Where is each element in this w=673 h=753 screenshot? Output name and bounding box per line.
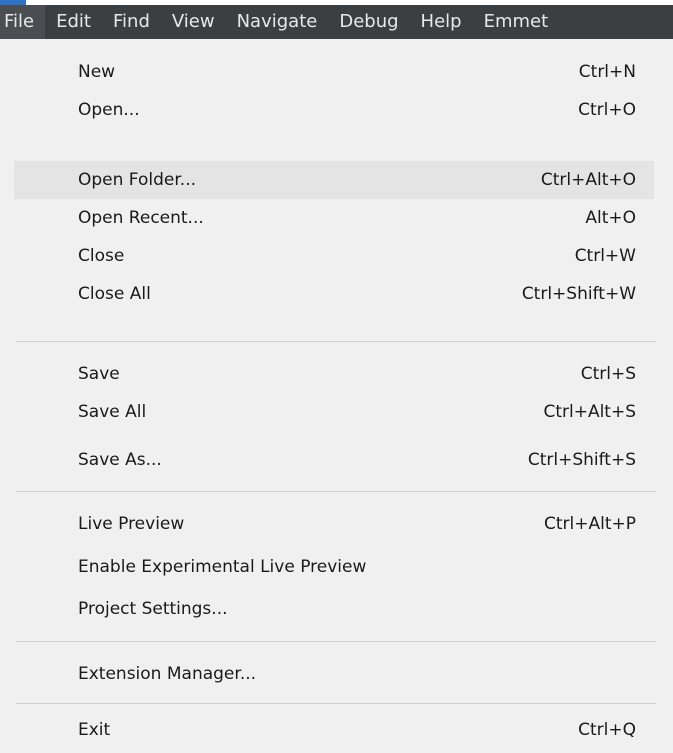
menu-item-experimental-live-preview[interactable]: Enable Experimental Live Preview: [14, 548, 654, 586]
menu-item-live-preview[interactable]: Live Preview Ctrl+Alt+P: [14, 505, 654, 543]
menu-item-label: New: [78, 62, 116, 82]
menu-item-shortcut: Ctrl+Q: [578, 720, 636, 740]
menu-item-shortcut: Ctrl+N: [578, 62, 636, 82]
menu-item-label: Exit: [78, 720, 111, 740]
menu-separator: [16, 641, 656, 642]
menu-item-save-all[interactable]: Save All Ctrl+Alt+S: [14, 393, 654, 431]
menu-item-shortcut: Ctrl+Alt+S: [543, 402, 636, 422]
menu-separator: [16, 703, 656, 704]
menu-item-label: Open Folder...: [78, 170, 196, 190]
menu-item-shortcut: Ctrl+O: [578, 100, 636, 120]
menu-item-open[interactable]: Open... Ctrl+O: [14, 91, 654, 129]
menu-item-label: Project Settings...: [78, 599, 228, 619]
menu-navigate[interactable]: Navigate: [226, 5, 329, 39]
menu-item-label: Close: [78, 246, 125, 266]
menu-item-close-all[interactable]: Close All Ctrl+Shift+W: [14, 275, 654, 313]
menu-item-label: Open Recent...: [78, 208, 204, 228]
menu-item-label: Save All: [78, 402, 147, 422]
file-menu-dropdown: New Ctrl+N Open... Ctrl+O Open Folder...…: [0, 39, 673, 753]
menu-item-save[interactable]: Save Ctrl+S: [14, 355, 654, 393]
menu-item-save-as[interactable]: Save As... Ctrl+Shift+S: [14, 441, 654, 479]
menu-item-label: Save: [78, 364, 120, 384]
menu-item-shortcut: Ctrl+Alt+P: [543, 514, 636, 534]
menu-item-label: Open...: [78, 100, 140, 120]
menu-item-close[interactable]: Close Ctrl+W: [14, 237, 654, 275]
menu-item-shortcut: Ctrl+Alt+O: [540, 170, 636, 190]
menu-item-shortcut: Ctrl+Shift+W: [521, 284, 636, 304]
menu-item-open-recent[interactable]: Open Recent... Alt+O: [14, 199, 654, 237]
menu-item-exit[interactable]: Exit Ctrl+Q: [14, 711, 654, 749]
menu-item-shortcut: Ctrl+W: [574, 246, 636, 266]
menu-help[interactable]: Help: [410, 5, 473, 39]
menu-item-label: Close All: [78, 284, 151, 304]
menu-item-open-folder[interactable]: Open Folder... Ctrl+Alt+O: [14, 161, 654, 199]
menubar: File Edit Find View Navigate Debug Help …: [0, 5, 673, 39]
menu-debug[interactable]: Debug: [328, 5, 409, 39]
menu-item-label: Extension Manager...: [78, 664, 257, 684]
menu-separator: [16, 491, 656, 492]
menu-item-label: Live Preview: [78, 514, 185, 534]
menu-emmet[interactable]: Emmet: [473, 5, 560, 39]
menu-view[interactable]: View: [161, 5, 226, 39]
menu-item-label: Enable Experimental Live Preview: [78, 557, 367, 577]
menu-item-extension-manager[interactable]: Extension Manager...: [14, 655, 654, 693]
menu-find[interactable]: Find: [102, 5, 161, 39]
menu-item-project-settings[interactable]: Project Settings...: [14, 590, 654, 628]
menu-item-label: Save As...: [78, 450, 162, 470]
menu-item-new[interactable]: New Ctrl+N: [14, 53, 654, 91]
menu-file[interactable]: File: [0, 5, 46, 39]
menu-item-shortcut: Ctrl+S: [580, 364, 636, 384]
menu-item-shortcut: Alt+O: [585, 208, 636, 228]
menu-separator: [16, 341, 656, 342]
menu-edit[interactable]: Edit: [45, 5, 102, 39]
menu-item-shortcut: Ctrl+Shift+S: [527, 450, 636, 470]
